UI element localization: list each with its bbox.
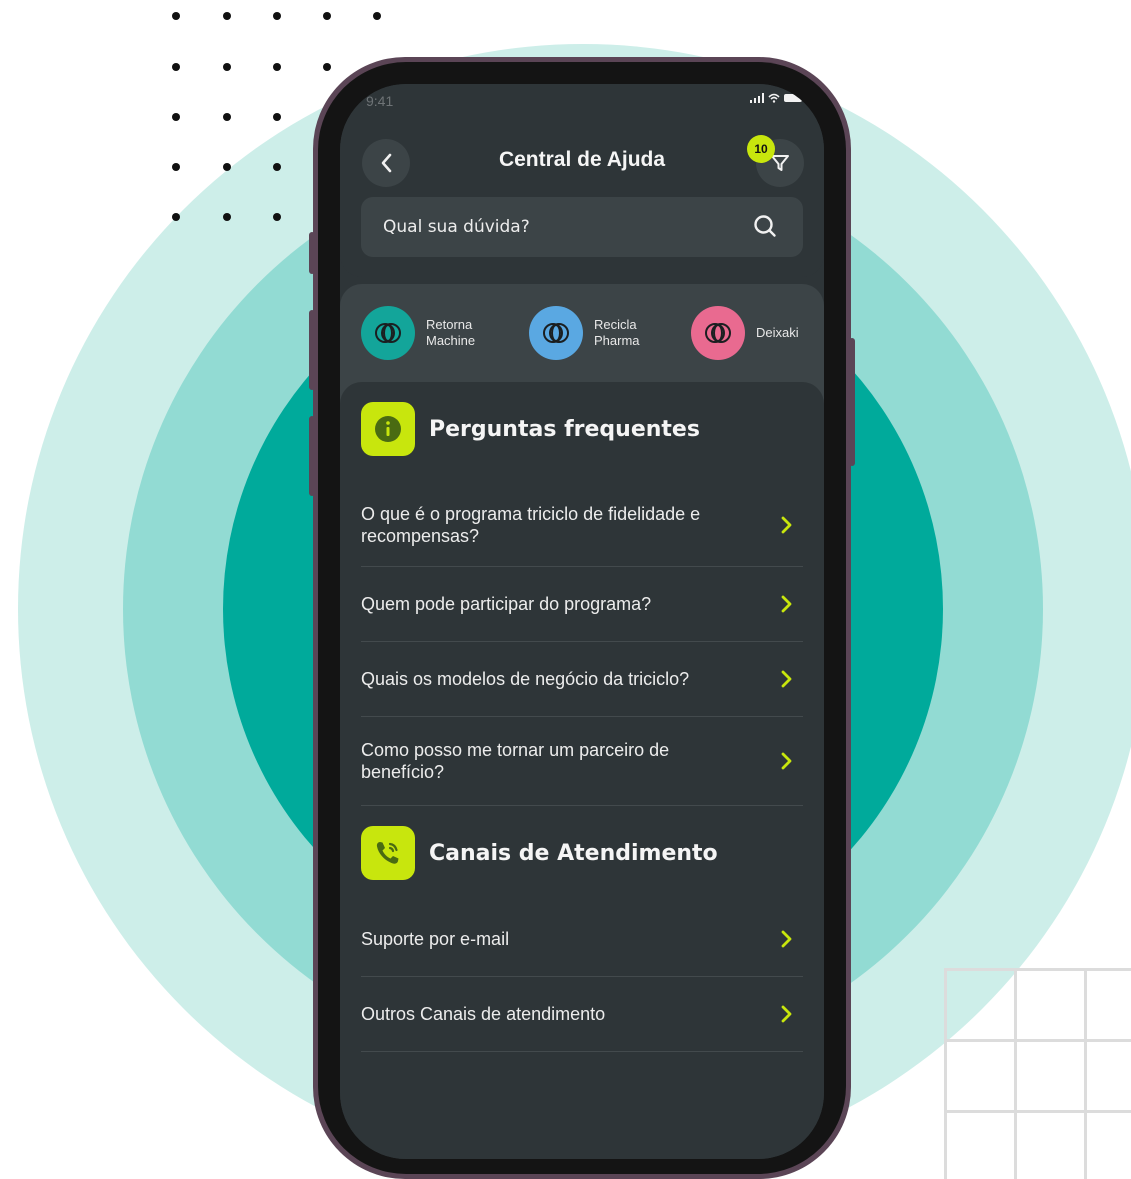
brand-logo	[361, 306, 415, 360]
brand-label: Pharma	[594, 333, 640, 348]
status-time: 9:41	[366, 93, 394, 109]
brand-deixaki[interactable]: Deixaki	[691, 306, 799, 360]
faq-item[interactable]: Quais os modelos de negócio da triciclo?	[361, 642, 803, 717]
info-icon	[361, 402, 415, 456]
faq-item-text: O que é o programa triciclo de fidelidad…	[361, 503, 701, 546]
search-placeholder: Qual sua dúvida?	[383, 217, 530, 237]
faq-item[interactable]: Como posso me tornar um parceiro de bene…	[361, 717, 803, 806]
chevron-right-icon	[781, 930, 792, 948]
support-section-title: Canais de Atendimento	[429, 840, 718, 866]
status-icons	[750, 93, 802, 103]
brand-label: Machine	[426, 333, 476, 348]
phone-call-icon	[361, 826, 415, 880]
faq-item-text: Como posso me tornar um parceiro de bene…	[361, 740, 670, 782]
faq-item-text: Quais os modelos de negócio da triciclo?	[361, 669, 690, 689]
brand-recicla-pharma[interactable]: Recicla Pharma	[529, 306, 640, 360]
support-item-text: Outros Canais de atendimento	[361, 1004, 606, 1024]
chevron-right-icon	[781, 516, 792, 533]
chevron-right-icon	[781, 595, 792, 613]
support-item[interactable]: Outros Canais de atendimento	[361, 977, 803, 1052]
help-content: Perguntas frequentes O que é o programa …	[340, 382, 824, 1159]
search-field[interactable]: Qual sua dúvida?	[361, 197, 803, 257]
rings-icon	[375, 323, 401, 343]
app-header: 9:41 Central de Ajuda 10 Qual sua dúvida…	[340, 84, 824, 277]
chevron-right-icon	[781, 670, 792, 688]
chevron-right-icon	[781, 1005, 792, 1023]
rings-icon	[543, 323, 569, 343]
faq-section-header: Perguntas frequentes	[361, 402, 700, 456]
faq-section-title: Perguntas frequentes	[429, 416, 700, 442]
brand-logo	[691, 306, 745, 360]
faq-item[interactable]: O que é o programa triciclo de fidelidad…	[361, 483, 803, 567]
support-section-header: Canais de Atendimento	[361, 826, 718, 880]
filter-count-badge: 10	[747, 135, 775, 163]
phone-screen: 9:41 Central de Ajuda 10 Qual sua dúvida…	[340, 84, 824, 1159]
brand-logo	[529, 306, 583, 360]
support-item-text: Suporte por e-mail	[361, 929, 510, 949]
faq-item[interactable]: Quem pode participar do programa?	[361, 567, 803, 642]
search-icon[interactable]	[753, 214, 777, 238]
wifi-icon	[768, 93, 780, 103]
brand-label: Recicla	[594, 317, 637, 332]
support-item[interactable]: Suporte por e-mail	[361, 902, 803, 977]
rings-icon	[705, 323, 731, 343]
brand-label: Deixaki	[756, 325, 799, 340]
brand-label: Retorna	[426, 317, 473, 332]
faq-item-text: Quem pode participar do programa?	[361, 594, 652, 614]
chevron-right-icon	[781, 752, 792, 770]
battery-icon	[784, 94, 802, 102]
brand-retorna-machine[interactable]: Retorna Machine	[361, 306, 475, 360]
signal-icon	[750, 93, 764, 103]
